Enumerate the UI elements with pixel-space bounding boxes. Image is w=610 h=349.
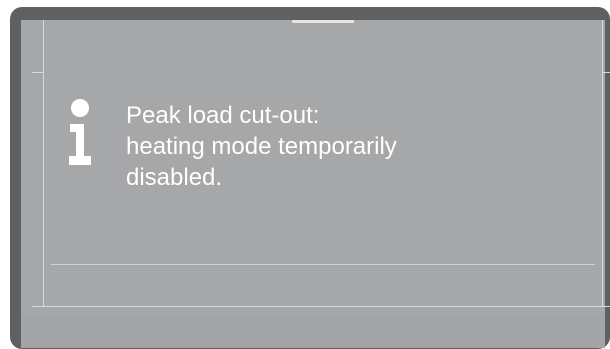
- right-bottom-tick: [603, 306, 610, 307]
- right-top-tick: [603, 72, 610, 73]
- bottom-guide-line: [43, 306, 603, 307]
- device-frame: Peak load cut-out: heating mode temporar…: [10, 7, 610, 349]
- right-guide-line: [602, 20, 603, 306]
- left-guide-line: [43, 20, 44, 306]
- message-line-3: disabled.: [126, 164, 223, 191]
- message-line-2: heating mode temporarily: [126, 133, 397, 160]
- left-top-tick: [32, 72, 43, 73]
- dialog-message: Peak load cut-out: heating mode temporar…: [126, 100, 546, 193]
- top-indicator: [292, 20, 354, 23]
- display-screen: Peak load cut-out: heating mode temporar…: [21, 20, 610, 348]
- screen-bottom-bar: [21, 314, 605, 348]
- message-divider: [51, 264, 595, 265]
- left-bottom-tick: [32, 306, 43, 307]
- message-line-1: Peak load cut-out:: [126, 102, 320, 129]
- info-icon: [65, 99, 95, 165]
